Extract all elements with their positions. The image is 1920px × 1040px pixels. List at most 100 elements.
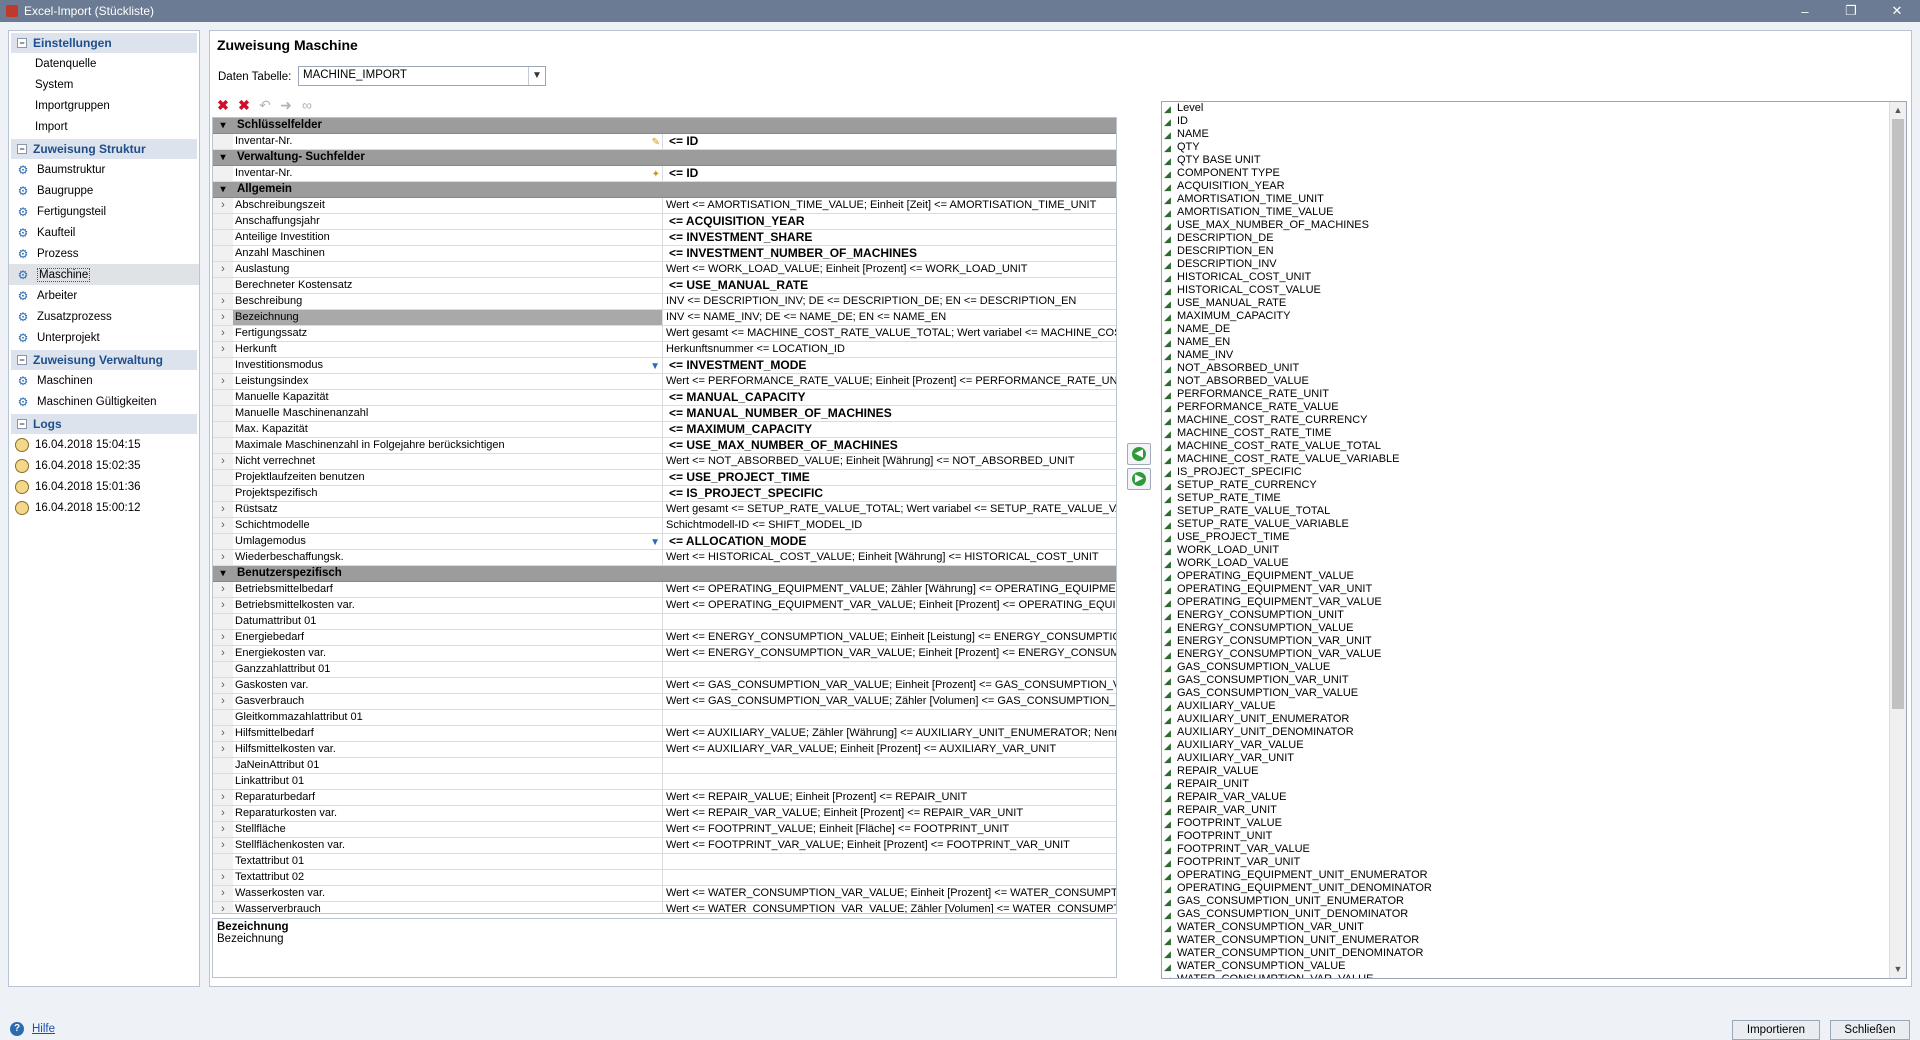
grid-row[interactable]: Anteilige Investition <= INVESTMENT_SHARE bbox=[213, 230, 1116, 246]
grid-row[interactable]: › Textattribut 02 bbox=[213, 870, 1116, 886]
nav-item[interactable]: 16.04.2018 15:02:35 bbox=[9, 455, 199, 476]
mapping-value[interactable]: <= USE_PROJECT_TIME bbox=[663, 470, 1116, 485]
collapse-icon[interactable]: − bbox=[17, 38, 27, 48]
field-list-item[interactable]: ◢ IS_PROJECT_SPECIFIC bbox=[1162, 466, 1906, 479]
nav-item[interactable]: ⚙ Arbeiter bbox=[9, 285, 199, 306]
nav-item[interactable]: Import bbox=[9, 116, 199, 137]
field-list-item[interactable]: ◢ AUXILIARY_VAR_VALUE bbox=[1162, 739, 1906, 752]
expand-row-icon[interactable]: › bbox=[213, 454, 233, 469]
field-list-scrollbar[interactable]: ▲ ▼ bbox=[1889, 102, 1906, 978]
field-list-item[interactable]: ◢WATER_CONSUMPTION_VAR_VALUE bbox=[1162, 973, 1906, 978]
expand-icon[interactable]: ▾ bbox=[213, 566, 233, 581]
assign-left-button[interactable]: ◀ bbox=[1127, 443, 1151, 465]
mapping-value[interactable]: Wert <= FOOTPRINT_VALUE; Einheit [Fläche… bbox=[663, 822, 1116, 837]
mapping-value[interactable]: Wert <= WORK_LOAD_VALUE; Einheit [Prozen… bbox=[663, 262, 1116, 277]
grid-row[interactable]: › Reparaturkosten var. Wert <= REPAIR_VAR_… bbox=[213, 806, 1116, 822]
field-list-item[interactable]: ◢ DESCRIPTION_INV bbox=[1162, 258, 1906, 271]
mapping-value[interactable]: <= USE_MAX_NUMBER_OF_MACHINES bbox=[663, 438, 1116, 453]
field-list-item[interactable]: ◢ DESCRIPTION_EN bbox=[1162, 245, 1906, 258]
expand-row-icon[interactable]: › bbox=[213, 598, 233, 613]
mapping-value[interactable]: <= INVESTMENT_MODE bbox=[663, 358, 1116, 373]
grid-row[interactable]: Inventar-Nr. ✎ <= ID bbox=[213, 134, 1116, 150]
grid-row[interactable]: Gleitkommazahlattribut 01 bbox=[213, 710, 1116, 726]
nav-item[interactable]: ⚙ Maschinen bbox=[9, 370, 199, 391]
mapping-value[interactable]: Wert <= HISTORICAL_COST_VALUE; Einheit [… bbox=[663, 550, 1116, 565]
mapping-value[interactable]: Wert <= AUXILIARY_VAR_VALUE; Einheit [Pr… bbox=[663, 742, 1116, 757]
grid-row[interactable]: › Stellfläche Wert <= FOOTPRINT_VALUE; Ein… bbox=[213, 822, 1116, 838]
expand-row-icon[interactable]: › bbox=[213, 518, 233, 533]
expand-row-icon[interactable]: › bbox=[213, 198, 233, 213]
grid-row[interactable]: › Abschreibungszeit Wert <= AMORTISATION_T… bbox=[213, 198, 1116, 214]
chevron-down-icon[interactable]: ▼ bbox=[528, 67, 545, 85]
mapping-value[interactable]: Wert <= FOOTPRINT_VAR_VALUE; Einheit [Pr… bbox=[663, 838, 1116, 853]
grid-row[interactable]: Umlagemodus ▼ <= ALLOCATION_MODE bbox=[213, 534, 1116, 550]
nav-group-header[interactable]: − Logs bbox=[11, 414, 197, 434]
field-list-item[interactable]: ◢ ENERGY_CONSUMPTION_VALUE bbox=[1162, 622, 1906, 635]
expand-row-icon[interactable]: › bbox=[213, 838, 233, 853]
assign-right-button[interactable]: ▶ bbox=[1127, 468, 1151, 490]
expand-row-icon[interactable]: › bbox=[213, 726, 233, 741]
field-list-item[interactable]: ◢ ENERGY_CONSUMPTION_VAR_UNIT bbox=[1162, 635, 1906, 648]
mapping-value[interactable]: Wert <= OPERATING_EQUIPMENT_VALUE; Zähle… bbox=[663, 582, 1116, 597]
scroll-down-icon[interactable]: ▼ bbox=[1890, 961, 1906, 978]
mapping-value[interactable]: Wert <= WATER_CONSUMPTION_VAR_VALUE; Ein… bbox=[663, 886, 1116, 901]
mapping-value[interactable]: Wert <= AMORTISATION_TIME_VALUE; Einheit… bbox=[663, 198, 1116, 213]
nav-item[interactable]: ⚙ Baumstruktur bbox=[9, 159, 199, 180]
nav-group-header[interactable]: − Zuweisung Struktur bbox=[11, 139, 197, 159]
nav-item[interactable]: ⚙ Prozess bbox=[9, 243, 199, 264]
expand-row-icon[interactable]: › bbox=[213, 886, 233, 901]
field-list-item[interactable]: ◢ QTY BASE UNIT bbox=[1162, 154, 1906, 167]
expand-row-icon[interactable]: › bbox=[213, 374, 233, 389]
expand-row-icon[interactable]: › bbox=[213, 646, 233, 661]
mapping-value[interactable]: <= MAXIMUM_CAPACITY bbox=[663, 422, 1116, 437]
grid-row[interactable]: › Bezeichnung INV <= NAME_INV; DE <= NAME_… bbox=[213, 310, 1116, 326]
grid-group-header[interactable]: ▾ Schlüsselfelder bbox=[213, 118, 1116, 134]
grid-group-header[interactable]: ▾ Allgemein bbox=[213, 182, 1116, 198]
field-list-item[interactable]: ◢ ENERGY_CONSUMPTION_UNIT bbox=[1162, 609, 1906, 622]
mapping-value[interactable]: Wert <= GAS_CONSUMPTION_VAR_VALUE; Einhe… bbox=[663, 678, 1116, 693]
field-list-item[interactable]: ◢ HISTORICAL_COST_VALUE bbox=[1162, 284, 1906, 297]
grid-row[interactable]: Projektspezifisch <= IS_PROJECT_SPECIFIC bbox=[213, 486, 1116, 502]
field-list-item[interactable]: ◢ OPERATING_EQUIPMENT_UNIT_DENOMINATOR bbox=[1162, 882, 1906, 895]
mapping-value[interactable]: Wert <= NOT_ABSORBED_VALUE; Einheit [Wäh… bbox=[663, 454, 1116, 469]
link-icon[interactable]: ∞ bbox=[298, 96, 316, 114]
grid-row[interactable]: › Schichtmodelle Schichtmodell-ID <= SHIFT… bbox=[213, 518, 1116, 534]
grid-row[interactable]: › Leistungsindex Wert <= PERFORMANCE_RATE_… bbox=[213, 374, 1116, 390]
grid-row[interactable]: › Wiederbeschaffungsk. Wert <= HISTORICAL_… bbox=[213, 550, 1116, 566]
grid-row[interactable]: › Reparaturbedarf Wert <= REPAIR_VALUE; Ei… bbox=[213, 790, 1116, 806]
nav-item[interactable]: Datenquelle bbox=[9, 53, 199, 74]
field-list-item[interactable]: ◢ WATER_CONSUMPTION_VALUE bbox=[1162, 960, 1906, 973]
mapping-value[interactable]: <= MANUAL_CAPACITY bbox=[663, 390, 1116, 405]
mapping-value[interactable] bbox=[663, 662, 1116, 677]
field-list-item[interactable]: ◢ FOOTPRINT_VAR_UNIT bbox=[1162, 856, 1906, 869]
grid-row[interactable]: › Wasserkosten var. Wert <= WATER_CONSUMPT… bbox=[213, 886, 1116, 902]
field-list-item[interactable]: ◢ WATER_CONSUMPTION_UNIT_ENUMERATOR bbox=[1162, 934, 1906, 947]
nav-group-header[interactable]: − Zuweisung Verwaltung bbox=[11, 350, 197, 370]
grid-row[interactable]: Datumattribut 01 bbox=[213, 614, 1116, 630]
field-list-item[interactable]: ◢ MACHINE_COST_RATE_CURRENCY bbox=[1162, 414, 1906, 427]
mapping-value[interactable]: Wert <= ENERGY_CONSUMPTION_VALUE; Einhei… bbox=[663, 630, 1116, 645]
collapse-icon[interactable]: − bbox=[17, 419, 27, 429]
field-list-item[interactable]: ◢ GAS_CONSUMPTION_UNIT_ENUMERATOR bbox=[1162, 895, 1906, 908]
field-list-item[interactable]: ◢ AMORTISATION_TIME_VALUE bbox=[1162, 206, 1906, 219]
grid-row[interactable]: Manuelle Kapazität <= MANUAL_CAPACITY bbox=[213, 390, 1116, 406]
grid-row[interactable]: › Rüstsatz Wert gesamt <= SETUP_RATE_VALUE… bbox=[213, 502, 1116, 518]
delete-icon[interactable]: ✖ bbox=[214, 96, 232, 114]
grid-row[interactable]: › Herkunft Herkunftsnummer <= LOCATION_ID bbox=[213, 342, 1116, 358]
expand-row-icon[interactable]: › bbox=[213, 806, 233, 821]
field-list-item[interactable]: ◢ OPERATING_EQUIPMENT_VALUE bbox=[1162, 570, 1906, 583]
field-list-item[interactable]: ◢ MACHINE_COST_RATE_VALUE_TOTAL bbox=[1162, 440, 1906, 453]
mapping-value[interactable]: Wert <= AUXILIARY_VALUE; Zähler [Währung… bbox=[663, 726, 1116, 741]
field-list-item[interactable]: ◢ SETUP_RATE_VALUE_VARIABLE bbox=[1162, 518, 1906, 531]
grid-group-header[interactable]: ▾ Verwaltung- Suchfelder bbox=[213, 150, 1116, 166]
mapping-value[interactable]: <= MANUAL_NUMBER_OF_MACHINES bbox=[663, 406, 1116, 421]
delete-all-icon[interactable]: ✖ bbox=[235, 96, 253, 114]
grid-row[interactable]: › Betriebsmittelkosten var. Wert <= OPERAT… bbox=[213, 598, 1116, 614]
expand-row-icon[interactable]: › bbox=[213, 550, 233, 565]
mapping-value[interactable] bbox=[663, 870, 1116, 885]
grid-row[interactable]: › Nicht verrechnet Wert <= NOT_ABSORBED_VA… bbox=[213, 454, 1116, 470]
mapping-value[interactable]: <= ID bbox=[663, 166, 1116, 181]
mapping-value[interactable] bbox=[663, 758, 1116, 773]
field-list-item[interactable]: ◢ AMORTISATION_TIME_UNIT bbox=[1162, 193, 1906, 206]
mapping-value[interactable] bbox=[663, 710, 1116, 725]
